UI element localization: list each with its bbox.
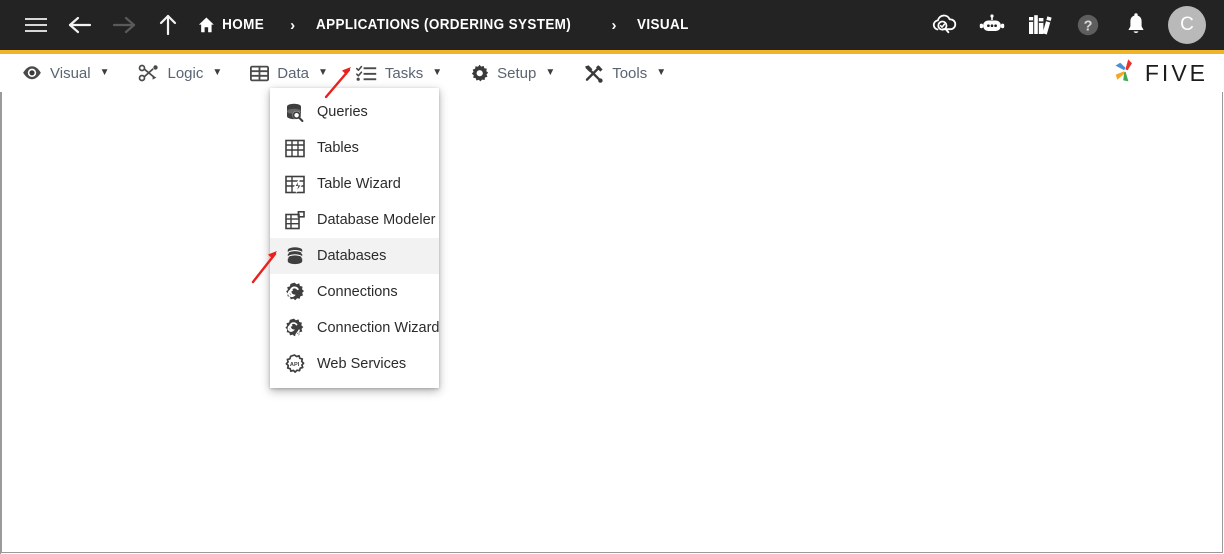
database-stack-icon (284, 246, 305, 267)
five-pinwheel-logo (1110, 57, 1140, 90)
arrow-left-icon[interactable] (58, 0, 102, 50)
breadcrumb-item-applications[interactable]: APPLICATIONS (ORDERING SYSTEM) (316, 17, 571, 33)
chevron-down-icon[interactable]: ▼ (318, 68, 328, 78)
checklist-icon (355, 65, 377, 82)
five-brand-logo: FIVE (1110, 57, 1208, 90)
main-menu-bar: Visual ▼ Logic ▼ Data ▼ Tasks ▼ Setup ▼ … (0, 54, 1224, 92)
hamburger-icon[interactable] (14, 0, 58, 50)
breadcrumb: HOME › APPLICATIONS (ORDERING SYSTEM) › … (198, 16, 924, 34)
connection-wizard-icon (284, 318, 305, 339)
breadcrumb-label-applications: APPLICATIONS (ORDERING SYSTEM) (316, 17, 572, 33)
help-icon[interactable]: ? (1068, 5, 1108, 45)
menu-option-label: Databases (317, 248, 387, 264)
chevron-down-icon[interactable]: ▼ (432, 68, 442, 78)
menu-option-databases[interactable]: Databases (270, 238, 439, 274)
menu-option-table-wizard[interactable]: Table Wizard (270, 166, 439, 202)
menu-label-visual: Visual (50, 64, 91, 82)
library-books-icon[interactable] (1020, 5, 1060, 45)
data-dropdown-menu: Queries Tables Table Wizard Database Mod… (270, 88, 440, 388)
chevron-down-icon[interactable]: ▼ (212, 68, 222, 78)
home-icon (198, 16, 215, 34)
menu-label-tasks: Tasks (384, 64, 424, 82)
menu-option-label: Tables (317, 140, 359, 156)
menu-option-tables[interactable]: Tables (270, 130, 439, 166)
breadcrumb-separator: › (290, 16, 296, 34)
menu-option-label: Connection Wizard (317, 320, 440, 336)
gear-icon (470, 64, 489, 83)
menu-item-tools[interactable]: Tools ▼ (569, 54, 680, 92)
menu-option-label: Web Services (317, 356, 407, 372)
menu-option-label: Database Modeler (317, 212, 436, 228)
menu-option-database-modeler[interactable]: Database Modeler (270, 202, 439, 238)
table-grid-icon (284, 138, 305, 159)
chevron-down-icon[interactable]: ▼ (545, 68, 555, 78)
menu-item-tasks[interactable]: Tasks ▼ (342, 54, 456, 92)
top-header-bar: HOME › APPLICATIONS (ORDERING SYSTEM) › … (0, 0, 1224, 50)
table-wizard-icon (284, 174, 305, 195)
menu-label-logic: Logic (167, 64, 204, 82)
tools-icon (583, 64, 604, 83)
grid-table-icon (250, 65, 270, 82)
cloud-search-icon[interactable] (924, 5, 964, 45)
menu-item-visual[interactable]: Visual ▼ (8, 54, 124, 92)
arrow-up-icon[interactable] (146, 0, 190, 50)
breadcrumb-label-home: HOME (222, 17, 265, 33)
database-modeler-icon (284, 210, 305, 231)
database-search-icon (284, 102, 305, 123)
menu-option-queries[interactable]: Queries (270, 94, 439, 130)
notifications-bell-icon[interactable] (1116, 5, 1156, 45)
app-window: HOME › APPLICATIONS (ORDERING SYSTEM) › … (0, 0, 1224, 554)
breadcrumb-item-home[interactable]: HOME (198, 16, 264, 34)
five-wordmark: FIVE (1144, 59, 1208, 86)
topbar-actions: ? C (924, 5, 1206, 45)
menu-label-data: Data (277, 64, 309, 82)
menu-label-setup: Setup (497, 64, 537, 82)
menu-option-web-services[interactable]: API Web Services (270, 346, 439, 382)
content-canvas (1, 92, 1223, 553)
svg-text:?: ? (1084, 18, 1093, 34)
nodes-graph-icon (138, 64, 160, 82)
web-services-api-icon: API (284, 353, 305, 375)
menu-option-label: Table Wizard (317, 176, 401, 192)
connection-gear-icon (284, 282, 305, 303)
eye-icon (22, 65, 42, 81)
menu-item-data[interactable]: Data ▼ (236, 54, 342, 92)
robot-assistant-icon[interactable] (972, 5, 1012, 45)
arrow-right-icon[interactable] (102, 0, 146, 50)
menu-option-label: Connections (317, 284, 398, 300)
svg-text:API: API (290, 362, 300, 368)
menu-option-label: Queries (317, 104, 368, 120)
avatar-initial: C (1180, 14, 1194, 35)
menu-option-connections[interactable]: Connections (270, 274, 439, 310)
breadcrumb-label-visual: VISUAL (637, 17, 690, 33)
breadcrumb-separator: › (611, 16, 617, 34)
menu-label-tools: Tools (612, 64, 648, 82)
menu-option-connection-wizard[interactable]: Connection Wizard (270, 310, 440, 346)
menu-item-logic[interactable]: Logic ▼ (124, 54, 237, 92)
chevron-down-icon[interactable]: ▼ (656, 68, 666, 78)
breadcrumb-item-visual[interactable]: VISUAL (637, 17, 689, 33)
menu-item-setup[interactable]: Setup ▼ (456, 54, 569, 92)
avatar[interactable]: C (1168, 6, 1206, 44)
chevron-down-icon[interactable]: ▼ (100, 68, 110, 78)
